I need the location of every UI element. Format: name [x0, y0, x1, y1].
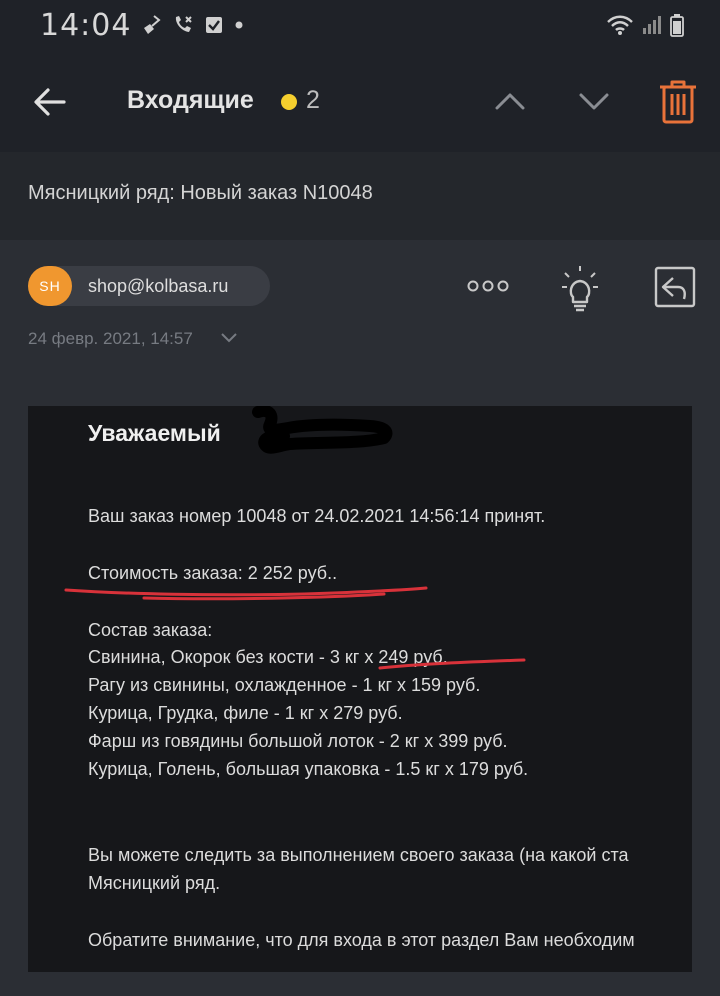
more-dots-icon[interactable] [466, 278, 510, 294]
sender-email: shop@kolbasa.ru [88, 276, 229, 296]
order-item: Рагу из свинины, охлажденное - 1 кг х 15… [88, 675, 481, 695]
composition-label: Состав заказа: [88, 620, 213, 640]
unread-dot [281, 94, 297, 110]
order-item: Курица, Грудка, филе - 1 кг х 279 руб. [88, 703, 403, 723]
note-line: Обратите внимание, что для входа в этот … [88, 930, 635, 950]
tracking-line-store: Мясницкий ряд. [88, 873, 221, 893]
order-item: Курица, Голень, большая упаковка - 1.5 к… [88, 759, 529, 779]
missed-call-icon [175, 16, 192, 32]
greeting: Уважаемый [88, 420, 221, 446]
order-item: Фарш из говядины большой лоток - 2 кг х … [88, 731, 508, 751]
order-cost-line: Стоимость заказа: 2 252 руб.. [88, 563, 338, 583]
tracking-line: Вы можете следить за выполнением своего … [88, 845, 629, 865]
chevron-up-icon[interactable] [494, 86, 526, 116]
status-time: 14:04 [40, 8, 132, 43]
order-item: Свинина, Окорок без кости - 3 кг х 249 р… [88, 647, 448, 667]
wifi-icon [607, 15, 633, 35]
lightbulb-icon[interactable] [560, 264, 600, 314]
battery-icon [670, 14, 684, 37]
dot-icon [235, 21, 243, 29]
status-notification-icons [140, 10, 244, 40]
signal-icon [643, 16, 661, 34]
status-system-icons [606, 10, 684, 40]
trash-icon[interactable] [656, 78, 700, 126]
status-bar: 14:04 [0, 0, 720, 52]
red-underline-cost [64, 586, 428, 601]
message-body: Уважаемый Ваш заказ номер 10048 от 24.02… [28, 406, 692, 972]
email-subject: Мясницкий ряд: Новый заказ N10048 [28, 182, 373, 204]
chevron-down-icon[interactable] [578, 86, 610, 116]
broom-icon [144, 15, 161, 34]
chevron-down-icon[interactable] [220, 331, 238, 345]
order-accepted-line: Ваш заказ номер 10048 от 24.02.2021 14:5… [88, 506, 546, 526]
subject-bar: Мясницкий ряд: Новый заказ N10048 [0, 152, 720, 240]
folder-title: Входящие [127, 86, 254, 114]
redaction-scribble [252, 406, 393, 454]
unread-count: 2 [306, 86, 320, 114]
back-arrow-icon[interactable] [30, 84, 70, 120]
reply-icon[interactable] [654, 266, 696, 308]
avatar: SH [28, 266, 72, 306]
app-bar: Входящие 2 [0, 52, 720, 152]
checkbox-icon [206, 17, 222, 33]
message-date: 24 февр. 2021, 14:57 [28, 329, 193, 348]
